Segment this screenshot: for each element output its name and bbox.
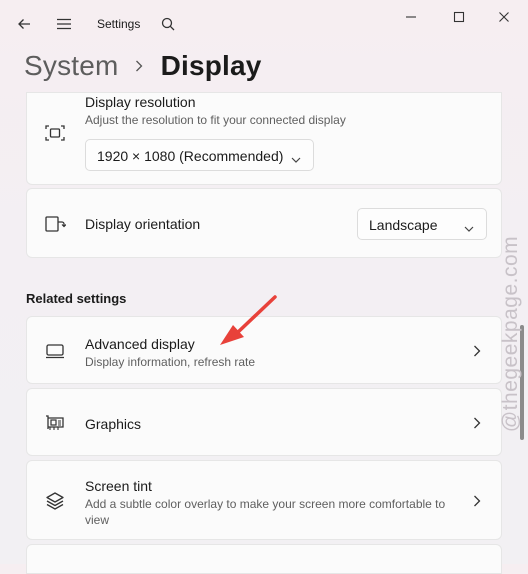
advanced-display-card[interactable]: Advanced display Display information, re… xyxy=(26,316,502,384)
monitor-icon xyxy=(44,340,66,362)
graphics-card-icon xyxy=(44,412,66,434)
resolution-dropdown-value: 1920 × 1080 (Recommended) xyxy=(97,148,284,164)
graphics-title: Graphics xyxy=(85,416,142,432)
chevron-down-icon xyxy=(464,220,474,236)
orientation-dropdown-value: Landscape xyxy=(369,217,438,233)
minimize-icon[interactable] xyxy=(391,4,431,30)
chevron-right-icon xyxy=(471,345,483,357)
display-orientation-title: Display orientation xyxy=(85,216,201,232)
screen-tint-card[interactable]: Screen tint Add a subtle color overlay t… xyxy=(26,460,502,540)
display-resolution-subtitle: Adjust the resolution to fit your connec… xyxy=(85,113,346,127)
graphics-card[interactable]: Graphics xyxy=(26,388,502,456)
watermark-text: @thegeekpage.com xyxy=(499,235,522,433)
next-setting-card[interactable] xyxy=(26,544,502,574)
display-resolution-title: Display resolution xyxy=(85,94,196,110)
resolution-icon xyxy=(44,122,66,144)
title-bar: Settings xyxy=(0,0,528,48)
display-orientation-card: Display orientation Landscape xyxy=(26,188,502,258)
app-title: Settings xyxy=(97,17,141,31)
related-settings-heading: Related settings xyxy=(26,291,127,306)
close-icon[interactable] xyxy=(484,4,524,30)
chevron-down-icon xyxy=(291,151,301,167)
hamburger-menu-icon[interactable] xyxy=(50,10,78,38)
orientation-icon xyxy=(44,213,66,235)
breadcrumb: System Display xyxy=(24,46,262,86)
display-resolution-card: Display resolution Adjust the resolution… xyxy=(26,92,502,185)
advanced-display-title: Advanced display xyxy=(85,336,195,352)
screen-tint-title: Screen tint xyxy=(85,478,152,494)
breadcrumb-parent[interactable]: System xyxy=(24,50,119,82)
watermark: @thegeekpage.com xyxy=(497,236,525,432)
search-icon[interactable] xyxy=(154,10,182,38)
chevron-right-icon xyxy=(471,495,483,507)
orientation-dropdown[interactable]: Landscape xyxy=(357,208,487,240)
advanced-display-subtitle: Display information, refresh rate xyxy=(85,355,256,369)
resolution-dropdown[interactable]: 1920 × 1080 (Recommended) xyxy=(85,139,314,171)
back-arrow-icon[interactable] xyxy=(10,10,38,38)
page-title: Display xyxy=(160,50,262,81)
screen-tint-subtitle: Add a subtle color overlay to make your … xyxy=(85,497,446,527)
chevron-right-icon xyxy=(135,60,143,72)
layers-icon xyxy=(44,490,66,512)
chevron-right-icon xyxy=(471,417,483,429)
maximize-icon[interactable] xyxy=(439,4,479,30)
